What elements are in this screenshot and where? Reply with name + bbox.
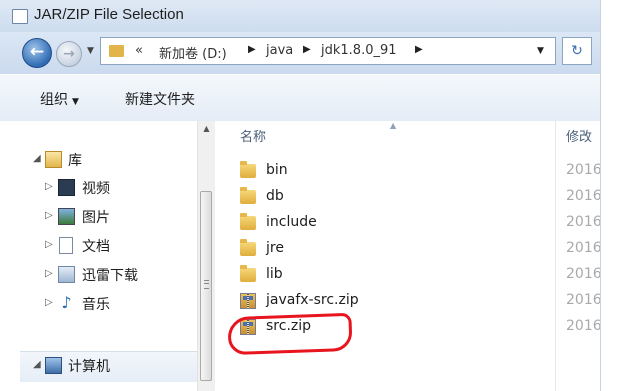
collapsed-arrow-icon[interactable]: ▷	[45, 239, 53, 250]
collapsed-arrow-icon[interactable]: ▷	[45, 181, 53, 192]
tree-item-documents[interactable]: ▷ 文档	[0, 236, 190, 258]
column-header-modified[interactable]: 修改	[566, 126, 592, 145]
sort-indicator-icon: ▲	[390, 121, 397, 130]
tree-item-pictures[interactable]: ▷ 图片	[0, 207, 190, 229]
organize-button[interactable]: 组织 ▼	[40, 89, 79, 109]
breadcrumb-java[interactable]: java	[266, 43, 293, 58]
tree-label-thunder-downloads: 迅雷下载	[82, 268, 138, 284]
file-name: src.zip	[266, 318, 312, 334]
scrollbar-thumb[interactable]	[200, 191, 212, 381]
collapsed-arrow-icon[interactable]: ▷	[45, 297, 53, 308]
file-date: 2016	[566, 214, 601, 230]
folder-icon	[240, 161, 256, 178]
computer-icon	[45, 357, 62, 374]
recent-locations-dropdown[interactable]: ▼	[87, 46, 94, 56]
folder-icon	[240, 265, 256, 282]
file-date: 2016	[566, 240, 601, 256]
tree-label-documents: 文档	[82, 239, 110, 255]
forward-arrow-icon[interactable]: →	[56, 41, 82, 67]
zip-archive-icon	[240, 293, 256, 309]
folder-icon	[240, 187, 256, 204]
file-row-src-zip[interactable]: src.zip 2016	[215, 315, 600, 341]
back-arrow-icon[interactable]: ←	[22, 38, 52, 68]
navigation-pane: ◢ 库 ▷ 视频 ▷ 图片 ▷ 文档 ▷ 迅雷下载 ▷ ♪ 音乐 ◢ 计算机	[0, 121, 197, 391]
breadcrumb-overflow[interactable]: «	[135, 43, 143, 58]
tree-label-videos: 视频	[82, 181, 110, 197]
tree-item-computer[interactable]: ◢ 计算机	[20, 351, 197, 382]
organize-label: 组织	[40, 92, 68, 108]
column-header-name[interactable]: 名称	[240, 126, 266, 145]
zip-archive-icon	[240, 319, 256, 335]
file-name: jre	[266, 240, 284, 256]
scroll-up-arrow-icon[interactable]: ▲	[198, 121, 215, 137]
navigation-bar: ← → ▼ « 新加卷 (D:) ▶ java ▶ jdk1.8.0_91 ▶ …	[0, 32, 600, 74]
command-toolbar: 组织 ▼ 新建文件夹	[0, 74, 600, 122]
music-note-icon: ♪	[61, 293, 72, 312]
file-row-lib[interactable]: lib 2016	[215, 263, 600, 289]
expanded-arrow-icon[interactable]: ◢	[33, 359, 41, 370]
address-dropdown-icon[interactable]: ▼	[537, 46, 544, 56]
file-date: 2016	[566, 266, 601, 282]
file-row-javafx-src-zip[interactable]: javafx-src.zip 2016	[215, 289, 600, 315]
tree-label-music: 音乐	[82, 297, 110, 313]
breadcrumb-separator-icon[interactable]: ▶	[248, 44, 256, 55]
collapsed-arrow-icon[interactable]: ▷	[45, 210, 53, 221]
folder-icon	[240, 239, 256, 256]
tree-label-library: 库	[68, 153, 82, 169]
address-bar[interactable]: « 新加卷 (D:) ▶ java ▶ jdk1.8.0_91 ▶ ▼	[100, 37, 556, 65]
navigation-scrollbar[interactable]: ▲	[197, 121, 216, 391]
breadcrumb-separator-icon[interactable]: ▶	[415, 44, 423, 55]
folder-icon	[240, 213, 256, 230]
address-folder-icon	[109, 45, 124, 57]
file-date: 2016	[566, 318, 601, 334]
grip-icon	[204, 280, 209, 289]
chevron-down-icon: ▼	[72, 97, 79, 107]
title-bar: JAR/ZIP File Selection	[0, 0, 600, 32]
tree-item-videos[interactable]: ▷ 视频	[0, 178, 190, 200]
tree-item-music[interactable]: ▷ ♪ 音乐	[0, 294, 190, 316]
breadcrumb-jdk[interactable]: jdk1.8.0_91	[321, 43, 397, 58]
collapsed-arrow-icon[interactable]: ▷	[45, 268, 53, 279]
video-icon	[58, 179, 75, 196]
file-name: include	[266, 214, 317, 230]
file-name: lib	[266, 266, 283, 282]
window-title: JAR/ZIP File Selection	[34, 6, 184, 23]
breadcrumb-separator-icon[interactable]: ▶	[303, 44, 311, 55]
document-icon	[59, 237, 73, 254]
file-date: 2016	[566, 292, 601, 308]
tree-label-computer: 计算机	[68, 359, 110, 375]
expanded-arrow-icon[interactable]: ◢	[33, 153, 41, 164]
file-row-include[interactable]: include 2016	[215, 211, 600, 237]
file-list: 名称 ▲ 修改 bin 2016 db 2016 include 2016 jr…	[215, 121, 600, 391]
library-icon	[45, 151, 62, 168]
file-row-bin[interactable]: bin 2016	[215, 159, 600, 185]
refresh-icon[interactable]: ↻	[562, 37, 592, 65]
file-dialog-window: JAR/ZIP File Selection ← → ▼ « 新加卷 (D:) …	[0, 0, 601, 391]
tree-label-pictures: 图片	[82, 210, 110, 226]
breadcrumb-drive[interactable]: 新加卷 (D:)	[159, 43, 227, 62]
file-date: 2016	[566, 188, 601, 204]
download-folder-icon	[58, 266, 75, 283]
file-name: db	[266, 188, 284, 204]
window-icon	[12, 9, 28, 24]
new-folder-button[interactable]: 新建文件夹	[125, 89, 195, 109]
file-name: bin	[266, 162, 288, 178]
tree-item-library[interactable]: ◢ 库	[0, 150, 190, 172]
tree-item-thunder-downloads[interactable]: ▷ 迅雷下载	[0, 265, 190, 287]
file-row-db[interactable]: db 2016	[215, 185, 600, 211]
file-name: javafx-src.zip	[266, 292, 359, 308]
file-date: 2016	[566, 162, 601, 178]
file-row-jre[interactable]: jre 2016	[215, 237, 600, 263]
picture-icon	[58, 208, 75, 225]
